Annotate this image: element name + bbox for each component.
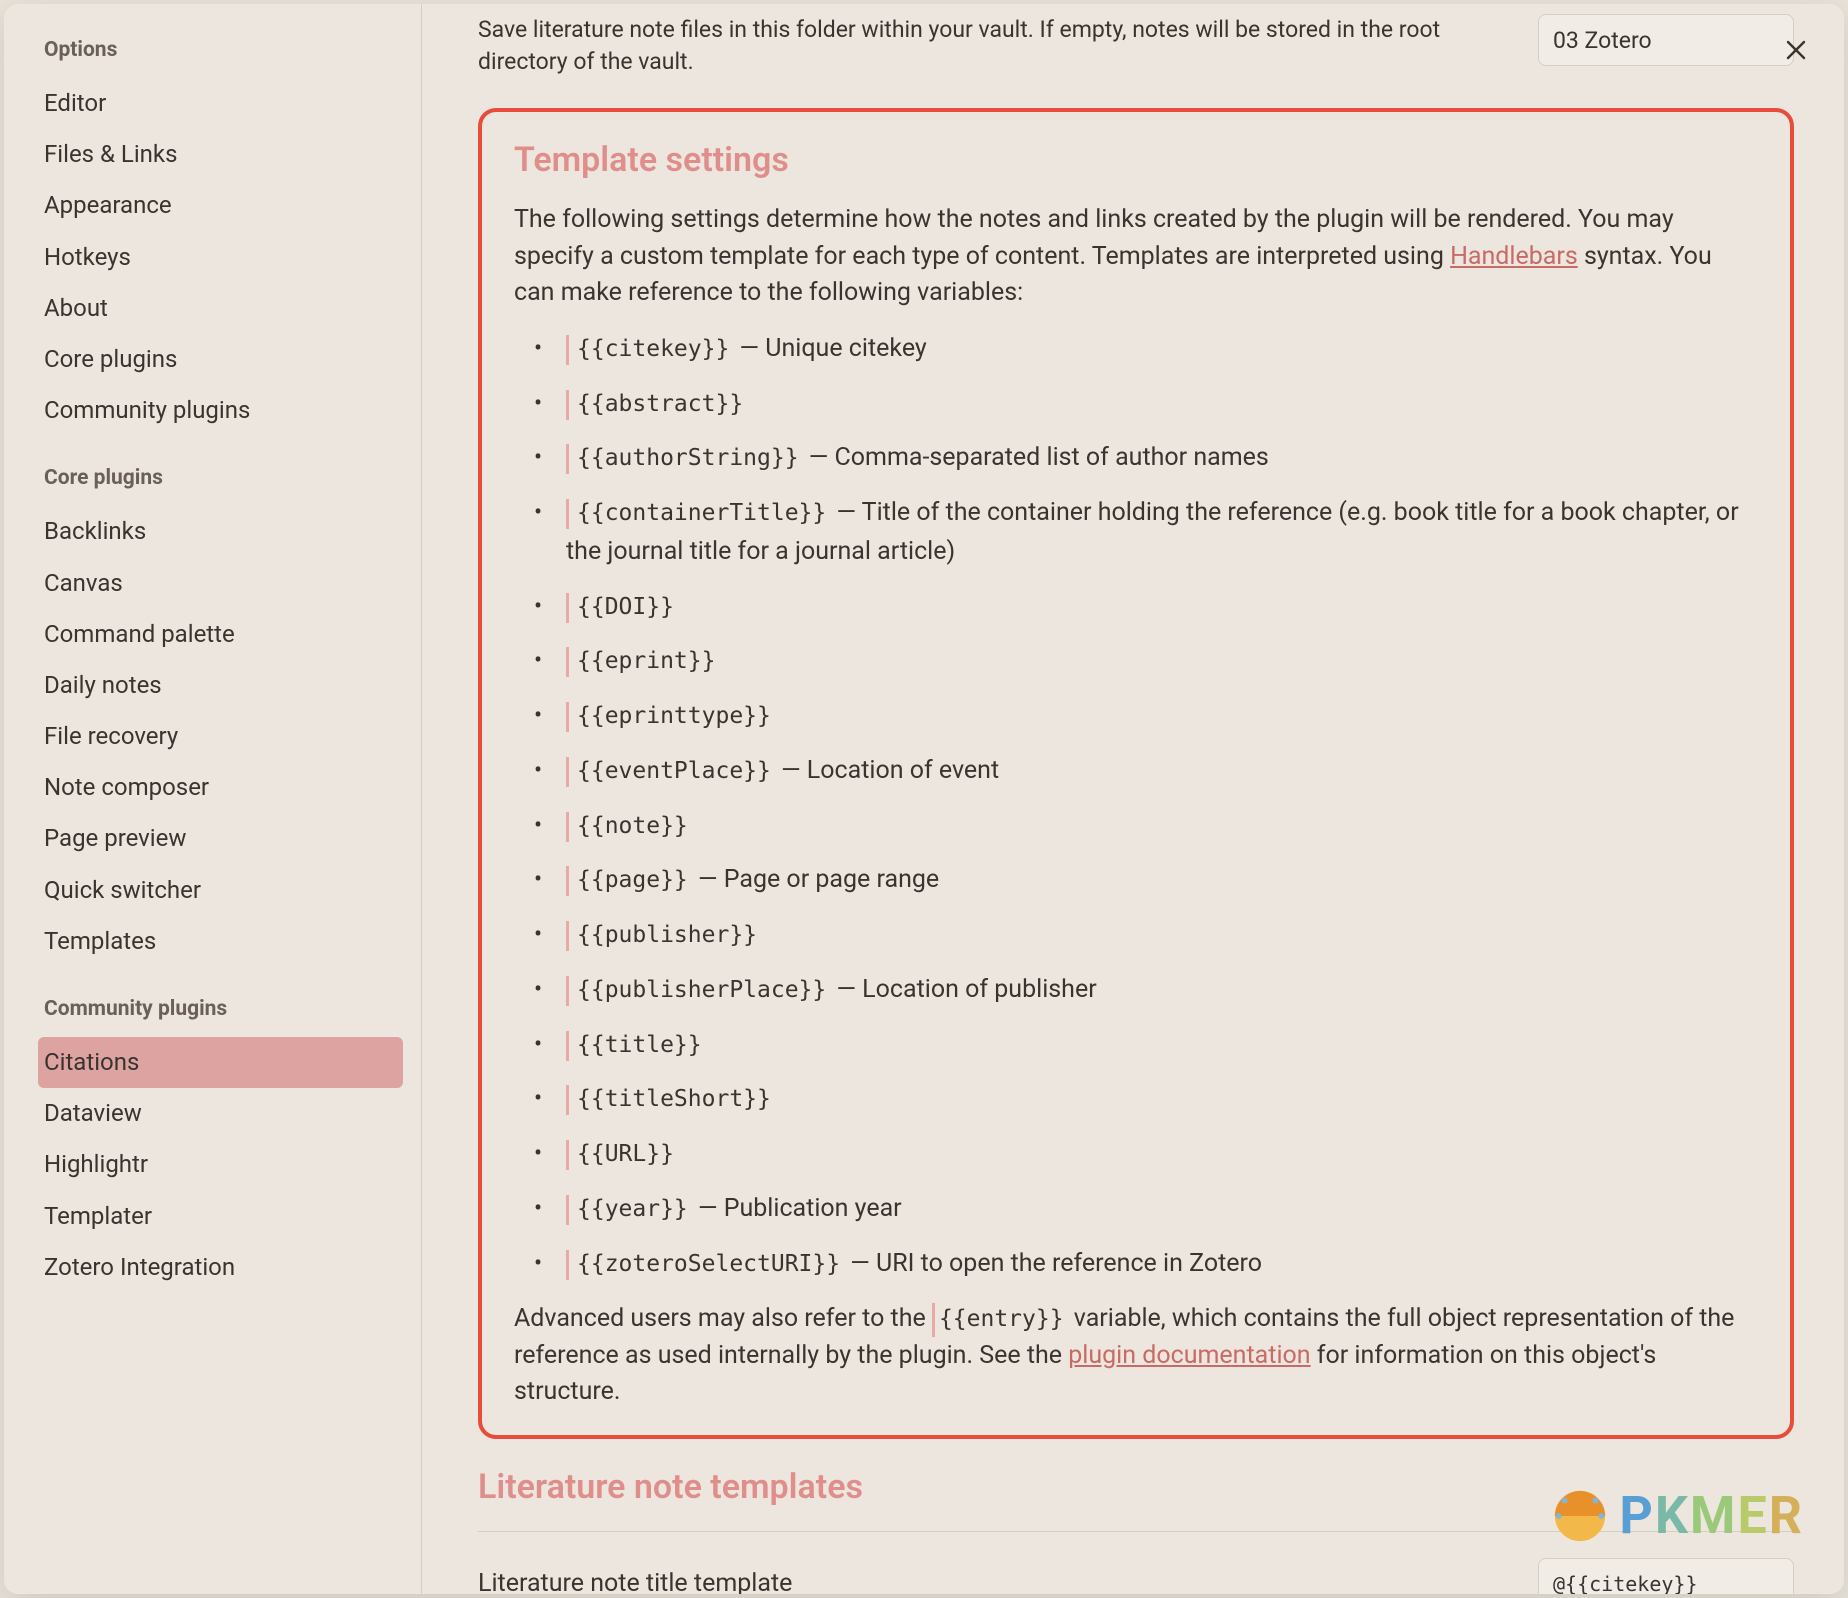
template-variable-item: {{eprinttype}} xyxy=(548,697,1758,736)
sidebar-item-zotero-integration[interactable]: Zotero Integration xyxy=(38,1242,403,1293)
section-heading-lit-notes: Literature note templates xyxy=(478,1467,1794,1507)
lit-note-title-input[interactable] xyxy=(1538,1558,1794,1594)
sidebar-item-daily-notes[interactable]: Daily notes xyxy=(38,660,403,711)
variable-code: {{title}} xyxy=(566,1031,706,1061)
sidebar-item-highlightr[interactable]: Highlightr xyxy=(38,1139,403,1190)
advanced-pre: Advanced users may also refer to the xyxy=(514,1304,932,1333)
template-variable-item: {{titleShort}} xyxy=(548,1080,1758,1119)
lit-note-title-label: Literature note title template xyxy=(478,1569,1518,1594)
variable-code: {{publisherPlace}} xyxy=(566,976,830,1006)
folder-setting-description: Save literature note files in this folde… xyxy=(478,14,1514,78)
sidebar-item-templater[interactable]: Templater xyxy=(38,1191,403,1242)
variable-description: — Location of publisher xyxy=(830,975,1096,1004)
variable-code: {{year}} xyxy=(566,1195,692,1225)
sidebar-item-canvas[interactable]: Canvas xyxy=(38,558,403,609)
sidebar-item-files-links[interactable]: Files & Links xyxy=(38,129,403,180)
variable-description: — Publication year xyxy=(692,1194,902,1223)
variable-code: {{URL}} xyxy=(566,1140,678,1170)
variable-code: {{abstract}} xyxy=(566,390,747,420)
sidebar-item-community-plugins[interactable]: Community plugins xyxy=(38,385,403,436)
sidebar-item-file-recovery[interactable]: File recovery xyxy=(38,711,403,762)
variable-code: {{eprinttype}} xyxy=(566,702,775,732)
sidebar-item-dataview[interactable]: Dataview xyxy=(38,1088,403,1139)
template-variable-item: {{year}} — Publication year xyxy=(548,1190,1758,1229)
template-settings-section: Template settings The following settings… xyxy=(478,108,1794,1439)
sidebar-section-title: Community plugins xyxy=(38,997,403,1021)
variable-code: {{containerTitle}} xyxy=(566,499,830,529)
sidebar-item-backlinks[interactable]: Backlinks xyxy=(38,506,403,557)
settings-content: Save literature note files in this folde… xyxy=(422,4,1844,1594)
folder-setting-row: Save literature note files in this folde… xyxy=(478,4,1794,108)
settings-modal: Options EditorFiles & LinksAppearanceHotk… xyxy=(4,4,1844,1594)
sidebar-item-page-preview[interactable]: Page preview xyxy=(38,813,403,864)
close-button[interactable] xyxy=(1780,34,1812,66)
sidebar-section-title: Options xyxy=(38,38,403,62)
template-intro-paragraph: The following settings determine how the… xyxy=(514,202,1758,312)
template-variable-item: {{citekey}} — Unique citekey xyxy=(548,330,1758,369)
template-variable-item: {{title}} xyxy=(548,1026,1758,1065)
sidebar-item-citations[interactable]: Citations xyxy=(38,1037,403,1088)
template-variable-item: {{eventPlace}} — Location of event xyxy=(548,752,1758,791)
sidebar-item-quick-switcher[interactable]: Quick switcher xyxy=(38,865,403,916)
variable-code: {{DOI}} xyxy=(566,593,678,623)
template-variable-item: {{URL}} xyxy=(548,1135,1758,1174)
folder-input[interactable] xyxy=(1538,14,1794,66)
template-variable-item: {{page}} — Page or page range xyxy=(548,861,1758,900)
sidebar-item-note-composer[interactable]: Note composer xyxy=(38,762,403,813)
variable-code: {{titleShort}} xyxy=(566,1085,775,1115)
variable-description: — URI to open the reference in Zotero xyxy=(844,1249,1262,1278)
lit-note-title-row: Literature note title template xyxy=(478,1558,1794,1594)
section-heading-template: Template settings xyxy=(514,140,1758,180)
advanced-paragraph: Advanced users may also refer to the {{e… xyxy=(514,1301,1758,1411)
plugin-documentation-link[interactable]: plugin documentation xyxy=(1068,1341,1310,1370)
template-variable-item: {{zoteroSelectURI}} — URI to open the re… xyxy=(548,1245,1758,1284)
sidebar-item-templates[interactable]: Templates xyxy=(38,916,403,967)
template-variable-item: {{containerTitle}} — Title of the contai… xyxy=(548,494,1758,572)
template-variable-item: {{DOI}} xyxy=(548,588,1758,627)
handlebars-link[interactable]: Handlebars xyxy=(1450,242,1578,271)
template-variable-item: {{authorString}} — Comma-separated list … xyxy=(548,439,1758,478)
variable-description: — Location of event xyxy=(775,756,999,785)
entry-code: {{entry}} xyxy=(932,1303,1068,1337)
settings-sidebar: Options EditorFiles & LinksAppearanceHotk… xyxy=(4,4,422,1594)
template-variable-item: {{note}} xyxy=(548,807,1758,846)
sidebar-item-about[interactable]: About xyxy=(38,283,403,334)
variable-code: {{publisher}} xyxy=(566,921,761,951)
variable-code: {{note}} xyxy=(566,812,692,842)
template-variable-list: {{citekey}} — Unique citekey {{abstract}}… xyxy=(514,330,1758,1284)
sidebar-item-hotkeys[interactable]: Hotkeys xyxy=(38,232,403,283)
variable-description: — Comma-separated list of author names xyxy=(803,443,1269,472)
variable-description: — Unique citekey xyxy=(733,334,926,363)
variable-code: {{zoteroSelectURI}} xyxy=(566,1250,844,1280)
template-variable-item: {{abstract}} xyxy=(548,385,1758,424)
sidebar-item-appearance[interactable]: Appearance xyxy=(38,180,403,231)
sidebar-item-editor[interactable]: Editor xyxy=(38,78,403,129)
variable-code: {{page}} xyxy=(566,866,692,896)
variable-code: {{eprint}} xyxy=(566,647,719,677)
template-variable-item: {{eprint}} xyxy=(548,642,1758,681)
variable-description: — Page or page range xyxy=(692,865,939,894)
template-variable-item: {{publisher}} xyxy=(548,916,1758,955)
divider xyxy=(478,1531,1794,1532)
variable-code: {{citekey}} xyxy=(566,335,733,365)
template-variable-item: {{publisherPlace}} — Location of publish… xyxy=(548,971,1758,1010)
variable-code: {{authorString}} xyxy=(566,444,803,474)
sidebar-item-core-plugins[interactable]: Core plugins xyxy=(38,334,403,385)
sidebar-item-command-palette[interactable]: Command palette xyxy=(38,609,403,660)
sidebar-section-title: Core plugins xyxy=(38,466,403,490)
variable-code: {{eventPlace}} xyxy=(566,757,775,787)
close-icon xyxy=(1785,39,1807,61)
